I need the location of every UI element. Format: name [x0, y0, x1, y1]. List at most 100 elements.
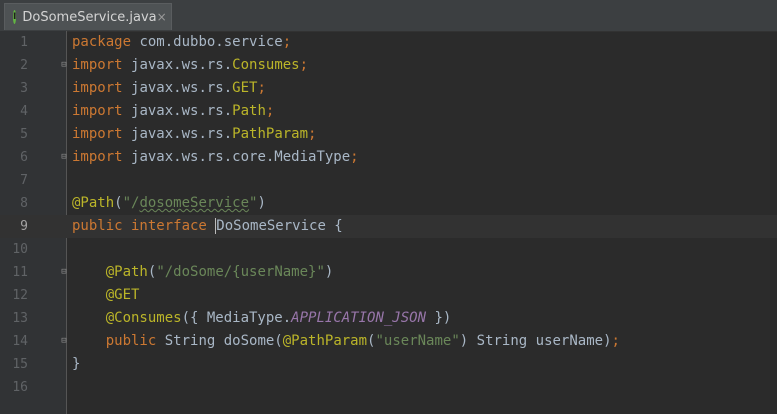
code-token: @GET [105, 287, 140, 303]
line-number: 10 [12, 242, 28, 257]
code-token: @Path [72, 195, 115, 211]
code-token: ) [257, 195, 266, 211]
code-token: ) [324, 264, 334, 280]
line-number: 14 [12, 334, 28, 349]
code-token: import [72, 80, 132, 96]
tab-filename: DoSomeService.java [22, 9, 157, 25]
line-number: 7 [20, 173, 28, 188]
code-line[interactable]: 3 import javax.ws.rs.GET; [0, 77, 777, 100]
line-number: 4 [20, 104, 28, 119]
line-number: 9 [20, 219, 28, 234]
code-line[interactable]: 7 [0, 169, 777, 192]
code-text: public String doSome(@PathParam("userNam… [72, 330, 620, 353]
code-token: import [72, 149, 132, 165]
fold-marker-icon[interactable]: ⊟ [60, 153, 68, 162]
code-token: package [72, 34, 140, 50]
code-token: Path [232, 103, 266, 119]
code-line[interactable]: 1 package com.dubbo.service; [0, 31, 777, 54]
code-line[interactable]: 10 [0, 238, 777, 261]
code-line[interactable]: 9 public interface DoSomeService { [0, 215, 777, 238]
code-token: public interface [72, 218, 216, 234]
code-token: APPLICATION_JSON [291, 310, 427, 326]
code-token: @PathParam [282, 333, 368, 349]
line-number: 2 [20, 58, 28, 73]
code-token: javax.ws.rs. [131, 80, 233, 96]
fold-marker-icon[interactable]: ⊟ [60, 337, 68, 346]
code-line[interactable]: 11 ⊟ @Path("/doSome/{userName}") [0, 261, 777, 284]
code-line[interactable]: 6 ⊟ import javax.ws.rs.core.MediaType; [0, 146, 777, 169]
code-line[interactable]: 14 ⊟ public String doSome(@PathParam("use… [0, 330, 777, 353]
code-token: ( [114, 195, 123, 211]
code-token: Consumes [232, 57, 300, 73]
code-token: String doSome( [164, 333, 283, 349]
code-token: "userName" [375, 333, 460, 349]
code-text: import javax.ws.rs.Path; [72, 100, 274, 123]
line-number: 12 [12, 288, 28, 303]
code-line[interactable]: 5 import javax.ws.rs.PathParam; [0, 123, 777, 146]
code-text: public interface DoSomeService { [72, 215, 343, 238]
line-number: 3 [20, 81, 28, 96]
code-token: ) String userName) [459, 333, 612, 349]
code-text: @Path("/doSome/{userName}") [72, 261, 334, 284]
code-token: import [72, 103, 132, 119]
code-line[interactable]: 4 import javax.ws.rs.Path; [0, 100, 777, 123]
code-line[interactable]: 8 @Path("/dosomeService") [0, 192, 777, 215]
code-token: ; [257, 80, 266, 96]
code-token: dosomeService [139, 195, 250, 211]
code-text: @Consumes({ MediaType.APPLICATION_JSON }… [72, 307, 452, 330]
code-token: ; [265, 103, 275, 119]
code-text: import javax.ws.rs.PathParam; [72, 123, 316, 146]
tab-dosomeservice-java[interactable]: I DoSomeService.java × [4, 3, 172, 30]
close-icon[interactable]: × [157, 10, 167, 24]
code-token: ; [299, 57, 309, 73]
code-text: import javax.ws.rs.Consumes; [72, 54, 308, 77]
code-token: ; [611, 333, 620, 349]
code-token: ; [350, 149, 359, 165]
code-token: ; [282, 34, 292, 50]
code-token: "/ [122, 195, 140, 211]
code-token: javax.ws.rs. [131, 57, 233, 73]
code-text: import javax.ws.rs.core.MediaType; [72, 146, 359, 169]
line-number: 15 [12, 357, 28, 372]
code-token: import [72, 126, 132, 142]
code-line[interactable]: 12 @GET [0, 284, 777, 307]
code-token: public [105, 333, 165, 349]
code-token: PathParam [232, 126, 309, 142]
code-line[interactable]: 15} [0, 353, 777, 376]
interface-file-icon: I [13, 10, 17, 24]
code-token: import [72, 57, 132, 73]
line-number: 13 [12, 311, 28, 326]
fold-marker-icon[interactable]: ⊟ [60, 61, 68, 70]
line-number: 1 [20, 35, 28, 50]
line-number: 6 [20, 150, 28, 165]
code-line[interactable]: 2 ⊟ import javax.ws.rs.Consumes; [0, 54, 777, 77]
code-line[interactable]: 13 @Consumes({ MediaType.APPLICATION_JSO… [0, 307, 777, 330]
code-token: "/doSome/{userName}" [156, 264, 325, 280]
code-text: @Path("/dosomeService") [72, 192, 266, 215]
code-token: @Path [105, 264, 148, 280]
code-token: javax.ws.rs.core.MediaType [131, 149, 351, 165]
line-number: 5 [20, 127, 28, 142]
line-number: 11 [12, 265, 28, 280]
code-token: { [325, 218, 343, 234]
fold-marker-icon[interactable]: ⊟ [60, 268, 68, 277]
code-token: DoSomeService [215, 218, 326, 234]
code-token: ; [308, 126, 317, 142]
code-text: package com.dubbo.service; [72, 31, 291, 54]
line-number: 8 [20, 196, 28, 211]
line-number: 16 [12, 380, 28, 395]
code-token: } [72, 356, 81, 372]
code-token: ({ MediaType. [181, 310, 292, 326]
code-token: GET [232, 80, 258, 96]
code-line[interactable]: 16 [0, 376, 777, 399]
code-token: }) [426, 310, 452, 326]
code-text: } [72, 353, 80, 376]
code-text: @GET [72, 284, 140, 307]
code-editor[interactable]: 1 package com.dubbo.service; 2 ⊟ import java… [0, 31, 777, 414]
code-token: javax.ws.rs. [131, 103, 233, 119]
editor-tab-bar: I DoSomeService.java × [0, 0, 777, 32]
